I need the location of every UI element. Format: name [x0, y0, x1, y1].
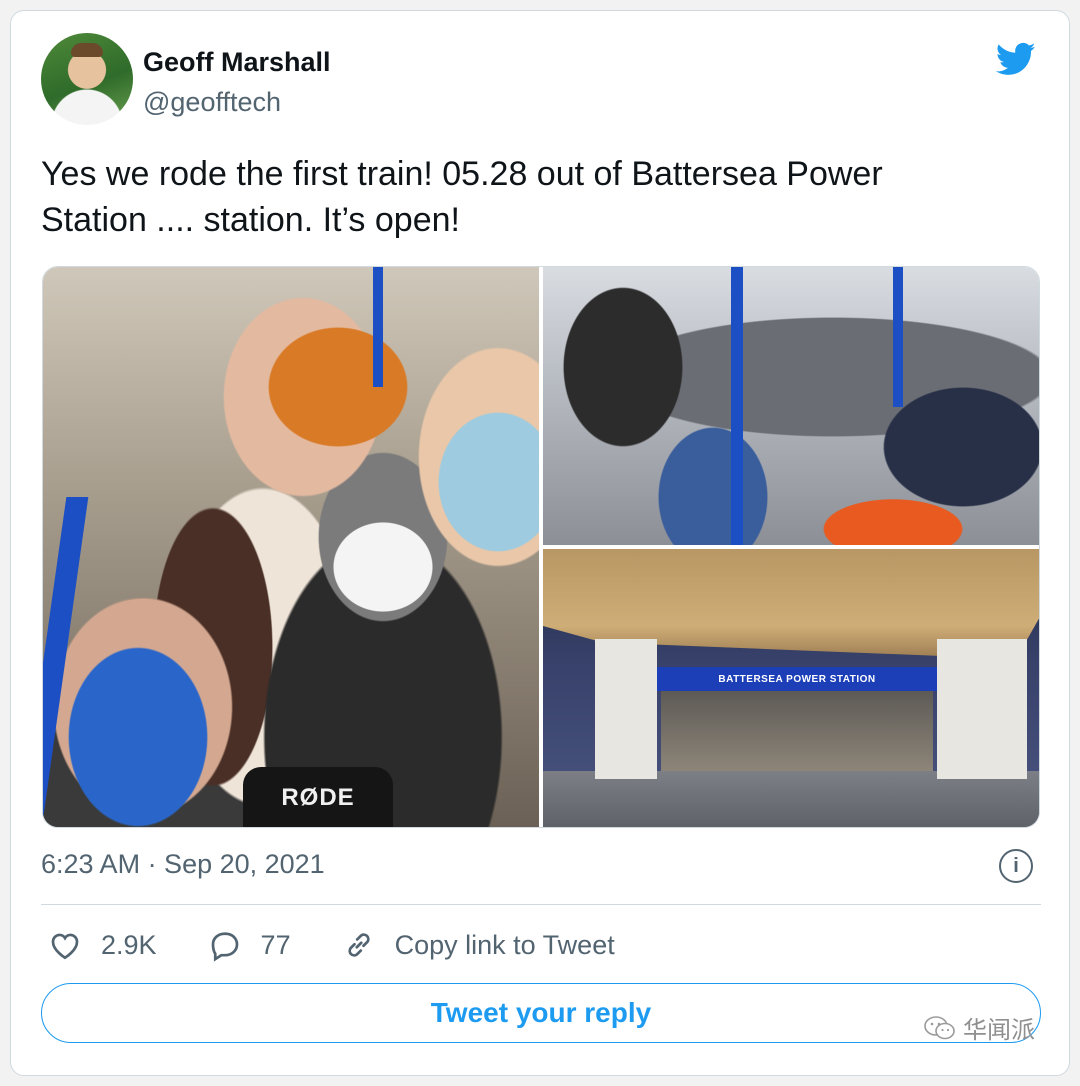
tweet-text-line-2: Station .... station. It’s open! — [41, 201, 460, 239]
divider — [41, 904, 1041, 905]
author-avatar[interactable] — [41, 33, 133, 125]
speech-bubble-icon — [211, 932, 238, 962]
like-count: 2.9K — [101, 929, 157, 960]
info-icon[interactable]: i — [999, 849, 1033, 883]
wechat-icon — [924, 1015, 955, 1039]
photo-selfie-on-train[interactable]: RØDE — [43, 267, 539, 827]
photo-passengers-waving[interactable] — [543, 267, 1039, 545]
tweet-card: Geoff Marshall @geofftech Yes we rode th… — [10, 10, 1070, 1076]
station-entrance-opening — [661, 691, 933, 771]
tweet-your-reply-button[interactable]: Tweet your reply — [41, 983, 1041, 1043]
microphone-windshield: RØDE — [243, 767, 393, 827]
reply-button[interactable]: 77 — [207, 927, 291, 963]
watermark-text: 华闻派 — [963, 1016, 1035, 1044]
reply-count: 77 — [260, 929, 291, 960]
author-display-name[interactable]: Geoff Marshall — [143, 47, 331, 78]
link-icon — [347, 933, 370, 957]
station-wall-left — [595, 639, 657, 779]
copy-link-label: Copy link to Tweet — [394, 929, 615, 960]
tweet-text-line-1: Yes we rode the first train! 05.28 out o… — [41, 155, 883, 193]
station-wall-right — [937, 639, 1027, 779]
avatar-hair — [71, 43, 103, 57]
photo-station-entrance[interactable]: BATTERSEA POWER STATION — [543, 549, 1039, 827]
copy-link-button[interactable]: Copy link to Tweet — [341, 927, 615, 963]
handrail-pole — [43, 497, 89, 827]
watermark: 华闻派 — [923, 1010, 1035, 1045]
handrail-pole — [731, 267, 743, 545]
tweet-timestamp[interactable]: 6:23 AM · Sep 20, 2021 — [41, 849, 325, 880]
twitter-bird-icon[interactable] — [993, 39, 1039, 79]
handrail-pole — [373, 267, 383, 387]
tweet-media-grid: RØDE BATTERSEA POWER STATION — [42, 266, 1040, 828]
like-button[interactable]: 2.9K — [47, 927, 157, 963]
heart-icon — [51, 933, 79, 960]
tweet-text: Yes we rode the first train! 05.28 out o… — [41, 151, 1041, 243]
tweet-actions: 2.9K 77 Copy link to Tweet — [47, 925, 665, 965]
handrail-pole — [893, 267, 903, 407]
author-handle[interactable]: @geofftech — [143, 87, 281, 118]
station-sign: BATTERSEA POWER STATION — [657, 667, 937, 691]
